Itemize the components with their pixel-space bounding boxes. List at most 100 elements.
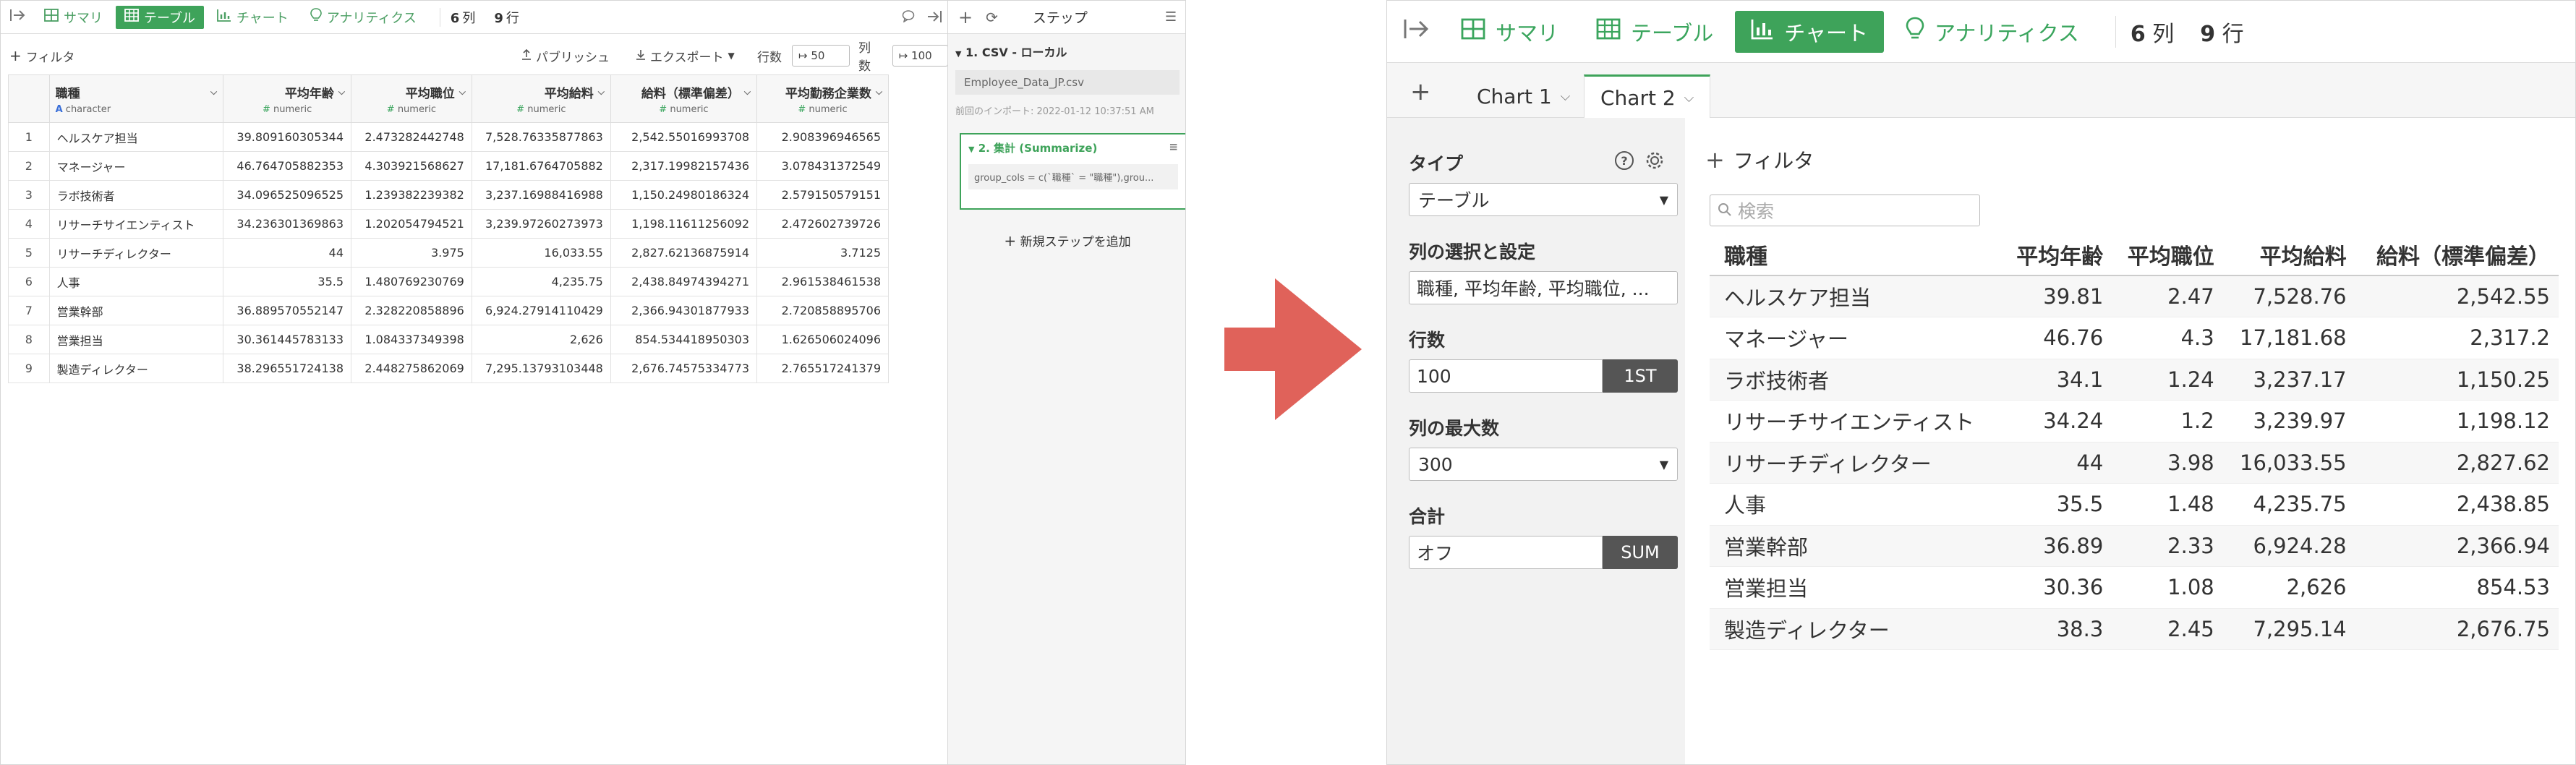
plus-icon[interactable]: + bbox=[958, 7, 973, 27]
table-cell[interactable]: 2,438.84974394271 bbox=[610, 267, 758, 296]
table-cell[interactable]: 1,198.11611256092 bbox=[610, 209, 758, 239]
chevron-down-icon[interactable]: ⌵ bbox=[1561, 89, 1571, 104]
chevron-down-icon[interactable]: ⌵ bbox=[210, 87, 217, 98]
table-cell[interactable]: 2,827.62 bbox=[2355, 442, 2559, 484]
table-cell[interactable]: 2,366.94301877933 bbox=[610, 296, 758, 325]
table-cell[interactable]: 1.626506024096 bbox=[756, 325, 889, 354]
table-cell[interactable]: 34.096525096525 bbox=[223, 180, 352, 210]
table-cell[interactable]: 製造ディレクター bbox=[48, 354, 224, 383]
publish-button[interactable]: パブリッシュ bbox=[521, 47, 610, 65]
table-cell[interactable]: 1.202054794521 bbox=[351, 209, 472, 239]
table-cell[interactable]: 3.975 bbox=[351, 238, 472, 268]
table-cell[interactable]: 2.472602739726 bbox=[756, 209, 889, 239]
table-cell[interactable]: 人事 bbox=[48, 267, 224, 296]
table-cell[interactable]: 3,237.16988416988 bbox=[471, 180, 611, 210]
search-input[interactable]: 検索 bbox=[1710, 195, 1980, 226]
table-cell[interactable]: マネージャー bbox=[1710, 317, 2001, 359]
row-number-cell[interactable]: 2 bbox=[8, 151, 50, 181]
table-cell[interactable]: 製造ディレクター bbox=[1710, 608, 2001, 650]
table-cell[interactable]: 3,237.17 bbox=[2222, 359, 2355, 401]
table-cell[interactable]: 1.08 bbox=[2112, 566, 2223, 609]
table-cell[interactable]: 2.473282442748 bbox=[351, 122, 472, 152]
table-cell[interactable]: 2.908396946565 bbox=[756, 122, 889, 152]
table-cell[interactable]: 2,676.74575334773 bbox=[610, 354, 758, 383]
settings-sliders-icon[interactable]: ☰ bbox=[1165, 9, 1177, 25]
tab-analytics[interactable]: アナリティクス bbox=[1890, 11, 2095, 53]
table-cell[interactable]: 4,235.75 bbox=[2222, 483, 2355, 526]
grid-col-header[interactable]: 平均勤務企業数 ⌵ # numeric bbox=[756, 74, 889, 123]
table-cell[interactable]: 3,239.97260273973 bbox=[471, 209, 611, 239]
table-cell[interactable]: 2.579150579151 bbox=[756, 180, 889, 210]
table-cell[interactable]: 4.303921568627 bbox=[351, 151, 472, 181]
table-cell[interactable]: 2,827.62136875914 bbox=[610, 238, 758, 268]
table-cell[interactable]: 30.36 bbox=[2000, 566, 2112, 609]
table-cell[interactable]: 2.961538461538 bbox=[756, 267, 889, 296]
export-button[interactable]: エクスポート ▼ bbox=[636, 47, 735, 65]
table-cell[interactable]: 2.328220858896 bbox=[351, 296, 472, 325]
table-cell[interactable]: 7,295.14 bbox=[2222, 608, 2355, 650]
tab-summary[interactable]: サマリ bbox=[1445, 11, 1574, 53]
table-cell[interactable]: 営業担当 bbox=[1710, 566, 2001, 609]
row-number-cell[interactable]: 5 bbox=[8, 238, 50, 268]
table-cell[interactable]: 34.1 bbox=[2000, 359, 2112, 401]
table-cell[interactable]: 7,295.13793103448 bbox=[471, 354, 611, 383]
chart-tab-2[interactable]: Chart 2 ⌵ bbox=[1584, 74, 1711, 119]
table-cell[interactable]: 3.7125 bbox=[756, 238, 889, 268]
add-step-button[interactable]: + 新規ステップを追加 bbox=[948, 231, 1185, 249]
result-col-header[interactable]: 平均給料 bbox=[2222, 234, 2355, 276]
row-number-cell[interactable]: 6 bbox=[8, 267, 50, 296]
table-cell[interactable]: リサーチサイエンティスト bbox=[1710, 400, 2001, 443]
chart-tab-1[interactable]: Chart 1 ⌵ bbox=[1461, 74, 1586, 118]
chevron-down-icon[interactable]: ⌵ bbox=[876, 87, 882, 98]
rows-first-button[interactable]: 1ST bbox=[1603, 359, 1678, 393]
total-input[interactable]: オフ bbox=[1409, 536, 1603, 569]
table-cell[interactable]: 営業幹部 bbox=[48, 296, 224, 325]
result-col-header[interactable]: 職種 bbox=[1710, 234, 2001, 276]
table-cell[interactable]: 16,033.55 bbox=[2222, 442, 2355, 484]
tab-analytics[interactable]: アナリティクス bbox=[302, 6, 425, 29]
table-cell[interactable]: 1.084337349398 bbox=[351, 325, 472, 354]
table-cell[interactable]: 2.33 bbox=[2112, 525, 2223, 567]
table-cell[interactable]: 44 bbox=[2000, 442, 2112, 484]
table-cell[interactable]: 7,528.76 bbox=[2222, 275, 2355, 317]
table-cell[interactable]: 46.76 bbox=[2000, 317, 2112, 359]
expand-panel-icon[interactable] bbox=[926, 9, 942, 27]
table-cell[interactable]: 3,239.97 bbox=[2222, 400, 2355, 443]
table-cell[interactable]: 2,438.85 bbox=[2355, 483, 2559, 526]
chevron-down-icon[interactable]: ⌵ bbox=[459, 87, 466, 98]
chevron-down-icon[interactable]: ⌵ bbox=[338, 87, 345, 98]
table-cell[interactable]: 3.98 bbox=[2112, 442, 2223, 484]
table-cell[interactable]: 6,924.27914110429 bbox=[471, 296, 611, 325]
row-number-cell[interactable]: 3 bbox=[8, 180, 50, 210]
add-chart-icon[interactable]: + bbox=[1410, 77, 1431, 106]
tab-chart[interactable]: チャート bbox=[1735, 10, 1884, 53]
table-cell[interactable]: 1.48 bbox=[2112, 483, 2223, 526]
table-cell[interactable]: 46.764705882353 bbox=[223, 151, 352, 181]
table-cell[interactable]: 4,235.75 bbox=[471, 267, 611, 296]
table-cell[interactable]: 1.480769230769 bbox=[351, 267, 472, 296]
rows-input[interactable]: 100 bbox=[1409, 359, 1603, 393]
grid-col-header[interactable]: 平均給料 ⌵ # numeric bbox=[471, 74, 611, 123]
add-filter-button[interactable]: + フィルタ bbox=[9, 47, 74, 65]
table-cell[interactable]: 2,366.94 bbox=[2355, 525, 2559, 567]
table-cell[interactable]: 2,626 bbox=[471, 325, 611, 354]
table-cell[interactable]: 35.5 bbox=[223, 267, 352, 296]
grid-col-header[interactable]: 平均職位 ⌵ # numeric bbox=[351, 74, 472, 123]
grid-col-header[interactable]: 平均年齢 ⌵ # numeric bbox=[223, 74, 352, 123]
table-cell[interactable]: 2.45 bbox=[2112, 608, 2223, 650]
table-cell[interactable]: 2,542.55 bbox=[2355, 275, 2559, 317]
result-col-header[interactable]: 平均年齢 bbox=[2000, 234, 2112, 276]
table-cell[interactable]: 営業担当 bbox=[48, 325, 224, 354]
row-number-cell[interactable]: 4 bbox=[8, 209, 50, 239]
tab-chart[interactable]: チャート bbox=[208, 6, 297, 29]
table-cell[interactable]: リサーチディレクター bbox=[1710, 442, 2001, 484]
result-col-header[interactable]: 平均職位 bbox=[2112, 234, 2223, 276]
step-csv-local[interactable]: ▼ 1. CSV - ローカル Employee_Data_JP.csv 前回の… bbox=[955, 43, 1180, 117]
maxcols-select[interactable]: 300 ▼ bbox=[1409, 448, 1678, 481]
table-cell[interactable]: 2,676.75 bbox=[2355, 608, 2559, 650]
table-cell[interactable]: 2,626 bbox=[2222, 566, 2355, 609]
table-cell[interactable]: 17,181.68 bbox=[2222, 317, 2355, 359]
table-cell[interactable]: 営業幹部 bbox=[1710, 525, 2001, 567]
tab-table[interactable]: テーブル bbox=[1580, 11, 1729, 53]
table-cell[interactable]: マネージャー bbox=[48, 151, 224, 181]
